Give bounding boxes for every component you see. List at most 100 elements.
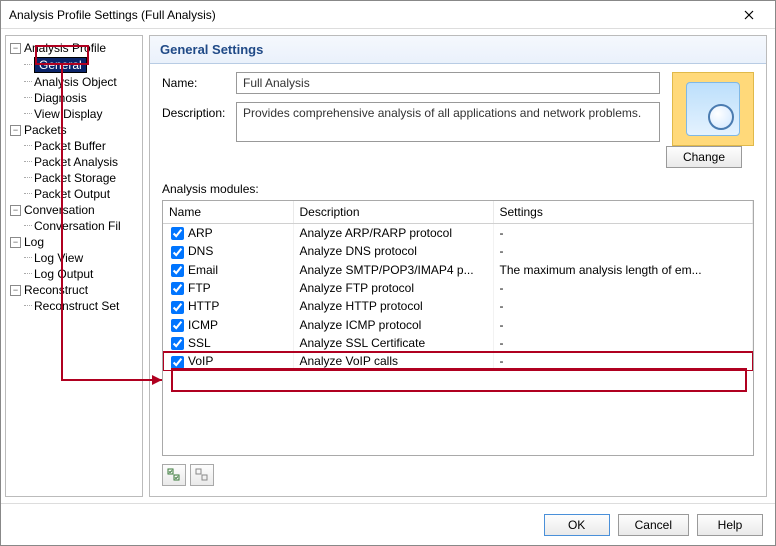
module-settings: - [493,224,753,243]
main-area: −Analysis ProfileGeneralAnalysis ObjectD… [1,29,775,503]
tree-item-label: Diagnosis [34,91,87,105]
grid-toolbar [150,456,766,496]
description-label: Description: [162,102,236,120]
module-description: Analyze HTTP protocol [293,297,493,315]
tree-group[interactable]: −Packets [8,122,140,138]
module-name: ICMP [188,318,218,332]
tree-item[interactable]: Reconstruct Set [8,298,140,314]
col-settings[interactable]: Settings [493,201,753,224]
module-name: VoIP [188,354,213,368]
table-row[interactable]: FTP Analyze FTP protocol- [163,279,753,297]
table-row[interactable]: DNSAnalyze DNS protocol- [163,242,753,260]
tree-item[interactable]: Conversation Fil [8,218,140,234]
tree-item[interactable]: General [8,56,140,74]
modules-grid: Name Description Settings ARP Analyze ARP… [162,200,754,456]
cancel-button[interactable]: Cancel [618,514,689,536]
module-settings: - [493,316,753,334]
collapse-icon[interactable]: − [10,43,21,54]
table-row[interactable]: VoIPAnalyze VoIP calls- [163,352,753,370]
tree-group[interactable]: −Log [8,234,140,250]
tree-item[interactable]: View Display [8,106,140,122]
module-description: Analyze DNS protocol [293,242,493,260]
tree-item-label: Packet Output [34,187,110,201]
grid-empty-area [163,371,753,455]
module-name: Email [188,263,218,277]
tree-item[interactable]: Log View [8,250,140,266]
tree-item-label: Packet Buffer [34,139,106,153]
tree-group[interactable]: −Reconstruct [8,282,140,298]
deselect-all-button[interactable] [190,464,214,486]
module-settings: - [493,334,753,352]
module-settings: - [493,297,753,315]
module-checkbox[interactable] [171,337,184,350]
name-label: Name: [162,72,236,90]
tree-group-label: Reconstruct [24,283,88,297]
module-name: ARP [188,226,213,240]
close-button[interactable] [727,3,771,27]
tree-item[interactable]: Packet Storage [8,170,140,186]
profile-icon [672,72,754,146]
tree-item-label: Packet Storage [34,171,116,185]
module-checkbox[interactable] [171,227,184,240]
select-all-button[interactable] [162,464,186,486]
tree-item[interactable]: Analysis Object [8,74,140,90]
tree-item[interactable]: Packet Output [8,186,140,202]
module-description: Analyze ARP/RARP protocol [293,224,493,243]
tree-item[interactable]: Log Output [8,266,140,282]
table-row[interactable]: ICMP Analyze ICMP protocol- [163,316,753,334]
module-checkbox[interactable] [171,264,184,277]
tree-item[interactable]: Packet Buffer [8,138,140,154]
tree-item-label: Conversation Fil [34,219,121,233]
collapse-icon[interactable]: − [10,285,21,296]
module-description: Analyze ICMP protocol [293,316,493,334]
form-area: Name: Description: Change [150,64,766,182]
table-row[interactable]: HTTP Analyze HTTP protocol- [163,297,753,315]
module-settings: The maximum analysis length of em... [493,261,753,279]
tree-group-label: Analysis Profile [24,41,106,55]
collapse-icon[interactable]: − [10,205,21,216]
module-checkbox[interactable] [171,282,184,295]
module-name: FTP [188,281,211,295]
table-row[interactable]: SSLAnalyze SSL Certificate- [163,334,753,352]
collapse-icon[interactable]: − [10,237,21,248]
tree-group-label: Packets [24,123,67,137]
window-title: Analysis Profile Settings (Full Analysis… [9,8,216,22]
module-checkbox[interactable] [171,356,184,369]
profile-icon-column: Change [660,72,754,174]
module-settings: - [493,352,753,370]
tree-item-label: View Display [34,107,102,121]
tree-item-label: Log View [34,251,83,265]
content-pane: General Settings Name: Description: Chan… [149,35,767,497]
section-header: General Settings [150,36,766,64]
name-input[interactable] [236,72,660,94]
tree-group-label: Log [24,235,44,249]
tree-group[interactable]: −Analysis Profile [8,40,140,56]
col-description[interactable]: Description [293,201,493,224]
table-row[interactable]: ARP Analyze ARP/RARP protocol- [163,224,753,243]
table-row[interactable]: Email Analyze SMTP/POP3/IMAP4 p...The max… [163,261,753,279]
change-button[interactable]: Change [666,146,742,168]
module-name: HTTP [188,299,219,313]
help-button[interactable]: Help [697,514,763,536]
titlebar: Analysis Profile Settings (Full Analysis… [1,1,775,29]
network-analyze-icon [686,82,740,136]
ok-button[interactable]: OK [544,514,610,536]
analysis-modules-label: Analysis modules: [150,182,766,200]
module-description: Analyze SSL Certificate [293,334,493,352]
tree-pane: −Analysis ProfileGeneralAnalysis ObjectD… [5,35,143,497]
collapse-icon[interactable]: − [10,125,21,136]
tree-group-label: Conversation [24,203,95,217]
module-checkbox[interactable] [171,301,184,314]
module-name: DNS [188,244,213,258]
col-name[interactable]: Name [163,201,293,224]
tree-item[interactable]: Packet Analysis [8,154,140,170]
module-description: Analyze FTP protocol [293,279,493,297]
tree-group[interactable]: −Conversation [8,202,140,218]
tree-item-label: Packet Analysis [34,155,118,169]
description-input[interactable] [236,102,660,142]
module-checkbox[interactable] [171,319,184,332]
tree-item[interactable]: Diagnosis [8,90,140,106]
module-settings: - [493,279,753,297]
module-checkbox[interactable] [171,246,184,259]
module-description: Analyze SMTP/POP3/IMAP4 p... [293,261,493,279]
